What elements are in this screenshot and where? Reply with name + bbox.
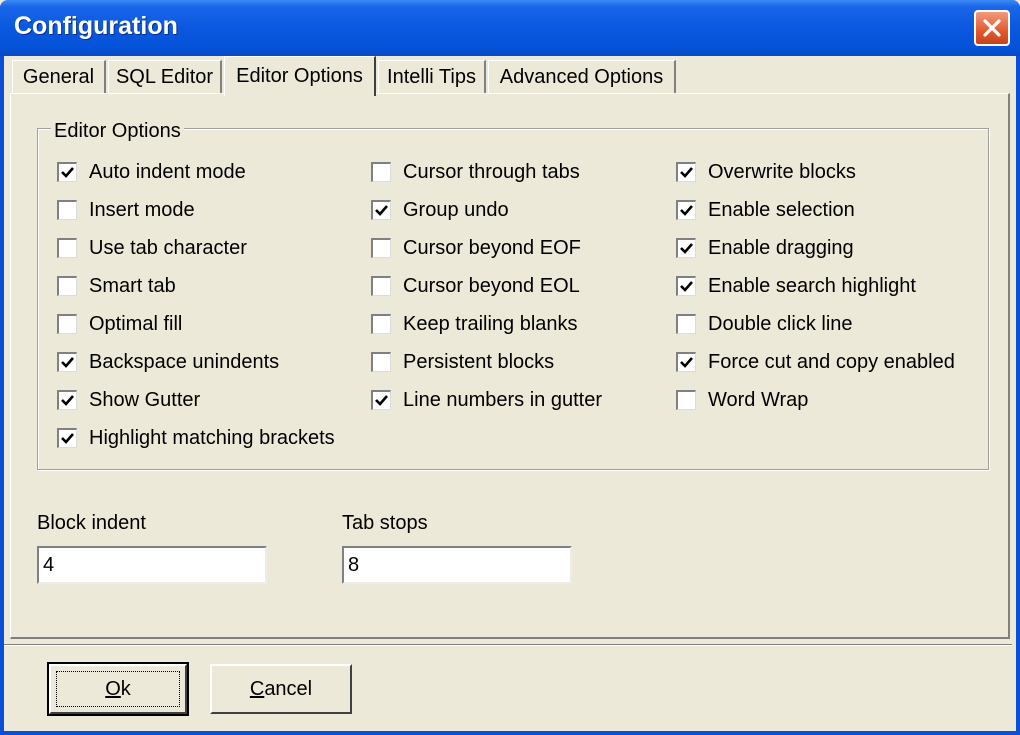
checkbox-box[interactable]: [676, 314, 696, 334]
checkbox-box[interactable]: [676, 162, 696, 182]
checkbox-insert-mode[interactable]: Insert mode: [57, 196, 195, 224]
checkbox-overwrite-blocks[interactable]: Overwrite blocks: [676, 158, 856, 186]
checkbox-enable-selection[interactable]: Enable selection: [676, 196, 855, 224]
checkbox-label: Word Wrap: [708, 388, 809, 411]
editor-options-panel: Editor Options Auto indent mode Insert mo…: [10, 93, 1010, 639]
checkbox-label: Persistent blocks: [403, 350, 555, 373]
checkbox-force-cut-and-copy-enabled[interactable]: Force cut and copy enabled: [676, 348, 955, 376]
checkbox-enable-search-highlight[interactable]: Enable search highlight: [676, 272, 916, 300]
checkmark-icon: [61, 395, 74, 406]
checkbox-box[interactable]: [57, 352, 77, 372]
checkbox-label: Enable search highlight: [708, 274, 916, 297]
checkbox-label: Smart tab: [89, 274, 176, 297]
checkbox-box[interactable]: [371, 276, 391, 296]
checkbox-box[interactable]: [371, 352, 391, 372]
checkbox-cursor-through-tabs[interactable]: Cursor through tabs: [371, 158, 580, 186]
checkmark-icon: [680, 281, 693, 292]
checkbox-box[interactable]: [371, 238, 391, 258]
checkbox-label: Overwrite blocks: [708, 160, 856, 183]
checkbox-box[interactable]: [57, 428, 77, 448]
separator-highlight: [4, 645, 1012, 646]
checkbox-box[interactable]: [57, 314, 77, 334]
group-title: Editor Options: [51, 120, 184, 142]
checkbox-line-numbers-in-gutter[interactable]: Line numbers in gutter: [371, 386, 602, 414]
checkbox-box[interactable]: [57, 162, 77, 182]
title-bar[interactable]: Configuration: [0, 0, 1020, 56]
tab-stops-input[interactable]: [342, 546, 572, 584]
checkbox-show-gutter[interactable]: Show Gutter: [57, 386, 200, 414]
checkbox-word-wrap[interactable]: Word Wrap: [676, 386, 808, 414]
close-icon: [983, 19, 1001, 37]
tab-stops-label: Tab stops: [342, 512, 428, 534]
checkmark-icon: [61, 433, 74, 444]
tab-advanced-options[interactable]: Advanced Options: [488, 60, 676, 94]
checkbox-label: Double click line: [708, 312, 853, 335]
checkbox-group-undo[interactable]: Group undo: [371, 196, 509, 224]
checkbox-label: Group undo: [403, 198, 509, 221]
checkbox-label: Keep trailing blanks: [403, 312, 578, 335]
checkbox-label: Enable selection: [708, 198, 855, 221]
checkbox-cursor-beyond-eol[interactable]: Cursor beyond EOL: [371, 272, 580, 300]
checkbox-optimal-fill[interactable]: Optimal fill: [57, 310, 182, 338]
checkbox-persistent-blocks[interactable]: Persistent blocks: [371, 348, 554, 376]
checkmark-icon: [680, 205, 693, 216]
focus-rect: [56, 671, 180, 707]
checkbox-box[interactable]: [57, 238, 77, 258]
checkbox-box[interactable]: [676, 352, 696, 372]
checkmark-icon: [61, 167, 74, 178]
checkbox-box[interactable]: [57, 276, 77, 296]
checkmark-icon: [680, 167, 693, 178]
checkbox-box[interactable]: [371, 314, 391, 334]
checkbox-label: Show Gutter: [89, 388, 201, 411]
checkbox-label: Cursor beyond EOF: [403, 236, 581, 259]
checkbox-keep-trailing-blanks[interactable]: Keep trailing blanks: [371, 310, 578, 338]
tab-editor-options[interactable]: Editor Options: [224, 56, 376, 96]
checkbox-box[interactable]: [371, 200, 391, 220]
checkmark-icon: [680, 243, 693, 254]
checkbox-label: Highlight matching brackets: [89, 426, 335, 449]
checkbox-label: Cursor through tabs: [403, 160, 580, 183]
checkbox-label: Insert mode: [89, 198, 195, 221]
checkbox-use-tab-character[interactable]: Use tab character: [57, 234, 247, 262]
block-indent-label: Block indent: [37, 512, 146, 534]
cancel-button[interactable]: Cancel: [210, 664, 352, 714]
checkbox-label: Force cut and copy enabled: [708, 350, 955, 373]
tab-sql-editor[interactable]: SQL Editor: [108, 60, 222, 94]
checkbox-label: Line numbers in gutter: [403, 388, 603, 411]
block-indent-input[interactable]: [37, 546, 267, 584]
checkbox-box[interactable]: [371, 162, 391, 182]
checkbox-backspace-unindents[interactable]: Backspace unindents: [57, 348, 279, 376]
checkmark-icon: [61, 357, 74, 368]
checkbox-label: Auto indent mode: [89, 160, 246, 183]
checkbox-label: Enable dragging: [708, 236, 854, 259]
checkbox-cursor-beyond-eof[interactable]: Cursor beyond EOF: [371, 234, 581, 262]
close-button[interactable]: [974, 10, 1010, 46]
checkbox-box[interactable]: [676, 200, 696, 220]
checkmark-icon: [375, 395, 388, 406]
tab-intelli-tips[interactable]: Intelli Tips: [378, 60, 486, 94]
checkbox-box[interactable]: [676, 390, 696, 410]
checkbox-box[interactable]: [676, 238, 696, 258]
checkmark-icon: [680, 357, 693, 368]
checkbox-box[interactable]: [57, 200, 77, 220]
checkbox-box[interactable]: [57, 390, 77, 410]
checkbox-label: Optimal fill: [89, 312, 183, 335]
checkbox-box[interactable]: [371, 390, 391, 410]
checkmark-icon: [375, 205, 388, 216]
ok-button[interactable]: Ok: [47, 662, 189, 716]
checkbox-double-click-line[interactable]: Double click line: [676, 310, 853, 338]
tab-general[interactable]: General: [12, 60, 106, 94]
checkbox-smart-tab[interactable]: Smart tab: [57, 272, 176, 300]
checkbox-label: Cursor beyond EOL: [403, 274, 580, 297]
checkbox-auto-indent-mode[interactable]: Auto indent mode: [57, 158, 246, 186]
window-title: Configuration: [14, 12, 178, 40]
checkbox-label: Use tab character: [89, 236, 247, 259]
checkbox-highlight-matching-brackets[interactable]: Highlight matching brackets: [57, 424, 335, 452]
checkbox-label: Backspace unindents: [89, 350, 280, 373]
checkbox-enable-dragging[interactable]: Enable dragging: [676, 234, 854, 262]
checkbox-box[interactable]: [676, 276, 696, 296]
